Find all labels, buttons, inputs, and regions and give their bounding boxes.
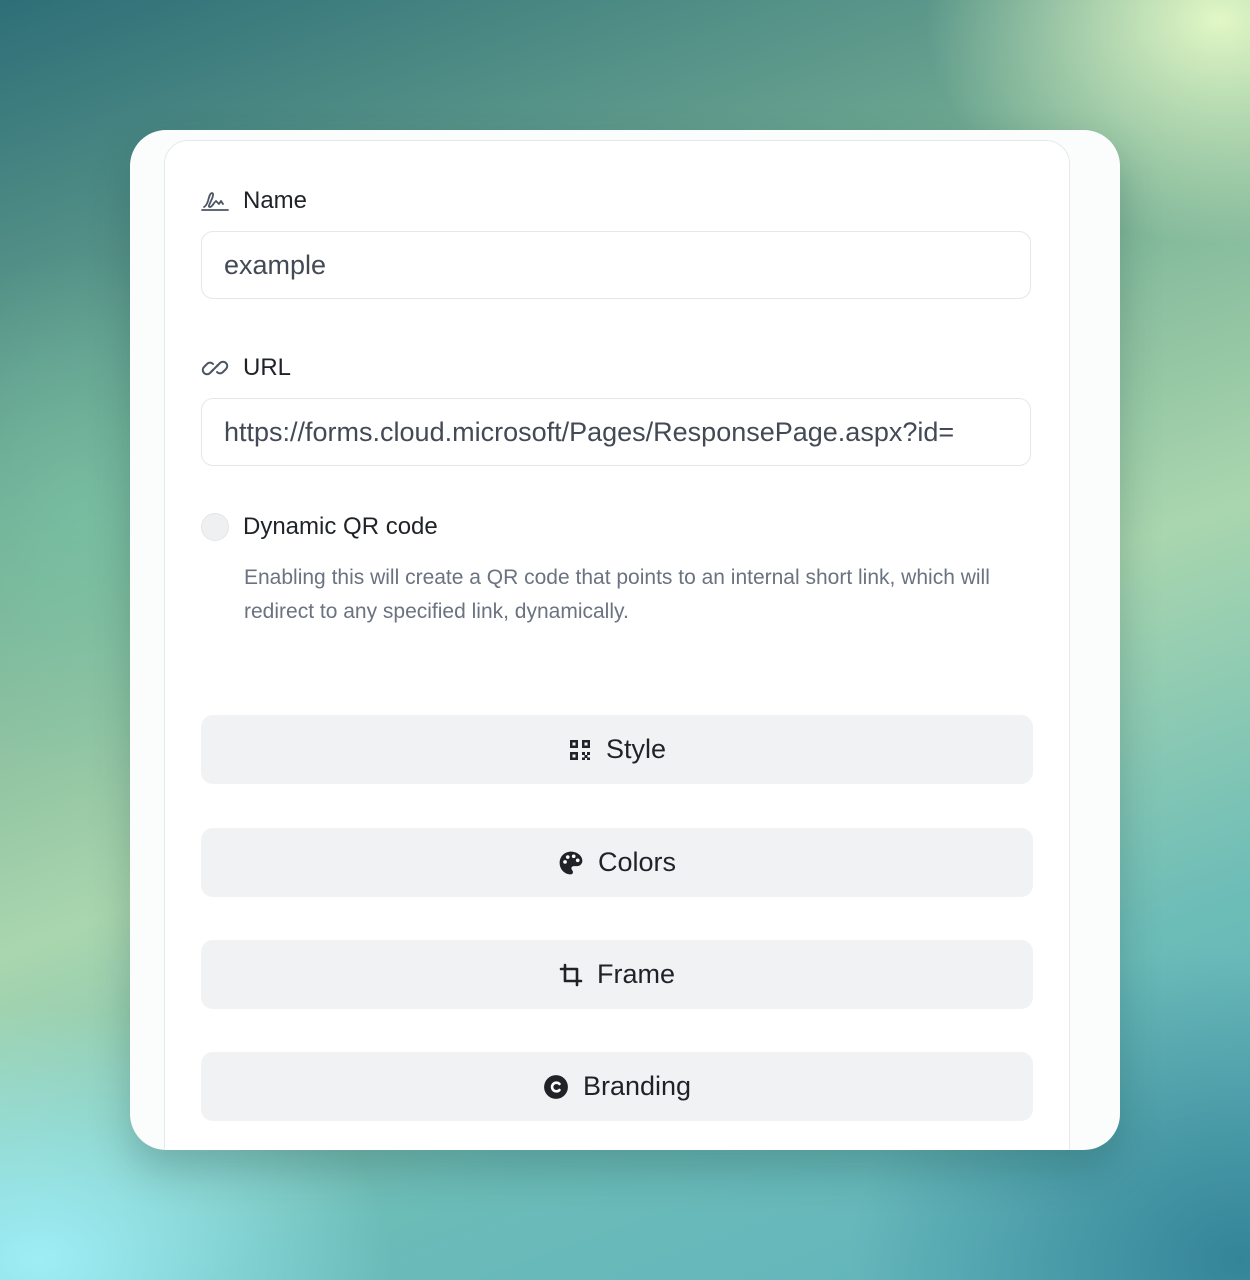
link-icon [201,356,229,380]
qr-code-icon [568,738,592,762]
signature-icon [201,189,229,213]
colors-section-label: Colors [597,847,677,877]
settings-card: Name URL Dynamic QR code Enabling this w… [130,130,1120,1150]
palette-icon [558,850,584,876]
name-field-label: Name [201,187,307,215]
frame-section-button[interactable]: Frame [201,940,1033,1009]
copyright-icon [543,1074,569,1100]
name-input[interactable] [201,231,1031,299]
frame-section-label: Frame [596,959,675,989]
dynamic-qr-row: Dynamic QR code [201,513,438,541]
crop-icon [559,963,583,987]
name-label-text: Name [243,187,308,214]
branding-section-button[interactable]: Branding [201,1052,1033,1121]
style-section-button[interactable]: Style [201,715,1033,784]
branding-section-label: Branding [582,1071,692,1101]
dynamic-qr-title: Dynamic QR code [243,513,438,540]
qr-settings-panel: Name URL Dynamic QR code Enabling this w… [164,140,1070,1150]
url-input[interactable] [201,398,1031,466]
colors-section-button[interactable]: Colors [201,828,1033,897]
dynamic-qr-description: Enabling this will create a QR code that… [244,566,990,623]
url-label-text: URL [243,354,292,381]
style-section-label: Style [605,734,667,764]
dynamic-qr-toggle[interactable] [201,513,229,541]
url-field-label: URL [201,354,291,382]
